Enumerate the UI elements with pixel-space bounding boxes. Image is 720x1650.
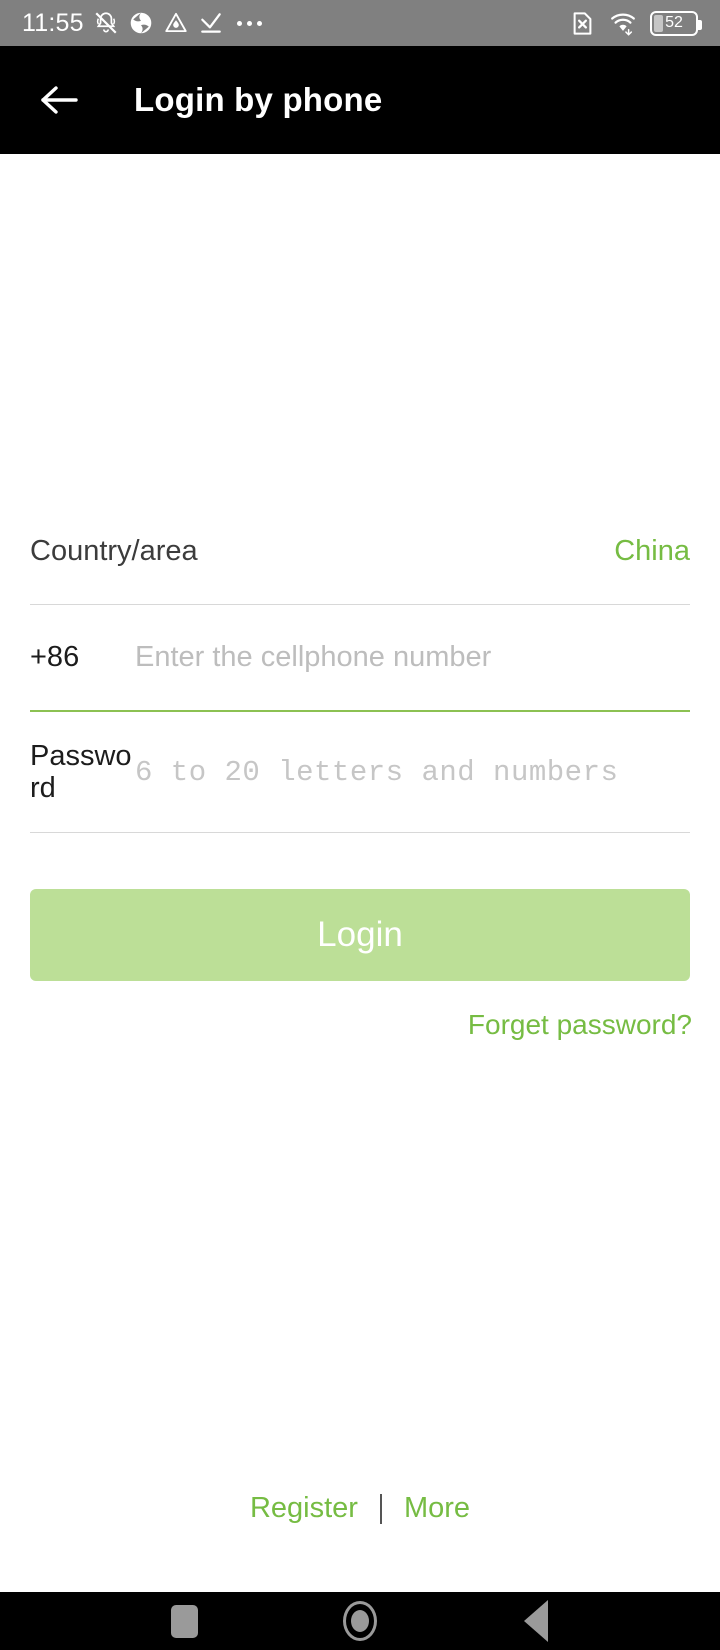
forget-password-wrap: Forget password? — [0, 981, 720, 1041]
triangle-drop-icon — [163, 10, 189, 36]
phone-row[interactable]: +86 — [30, 605, 690, 710]
status-bar-left: 11:55 — [22, 10, 569, 36]
bell-muted-icon — [93, 10, 119, 36]
status-time: 11:55 — [22, 8, 84, 37]
password-input[interactable] — [135, 755, 690, 789]
battery-fill — [654, 14, 663, 32]
password-row[interactable]: Password — [30, 712, 690, 832]
app-bar: Login by phone — [0, 46, 720, 154]
country-area-row[interactable]: Country/area China — [30, 499, 690, 604]
battery-icon: 52 — [650, 10, 702, 36]
app-circle-icon — [128, 10, 154, 36]
forget-password-link[interactable]: Forget password? — [468, 1009, 692, 1041]
more-link[interactable]: More — [404, 1492, 470, 1525]
country-area-value[interactable]: China — [614, 535, 690, 568]
status-bar: 11:55 52 — [0, 0, 720, 46]
wifi-icon — [608, 10, 638, 37]
back-triangle-icon[interactable] — [506, 1599, 566, 1643]
login-form: Country/area China +86 Password Login Fo… — [0, 154, 720, 1524]
android-navigation-bar — [0, 1592, 720, 1650]
footer-separator — [379, 1493, 382, 1524]
footer-links: Register More — [0, 1492, 720, 1525]
overflow-dots-icon — [236, 20, 262, 26]
back-triangle-shape — [524, 1600, 548, 1642]
login-button[interactable]: Login — [30, 889, 690, 981]
country-area-label: Country/area — [30, 535, 198, 567]
register-link[interactable]: Register — [250, 1492, 358, 1525]
page-title: Login by phone — [134, 81, 383, 118]
home-circle-icon[interactable] — [330, 1599, 390, 1643]
home-circle-shape — [343, 1601, 377, 1641]
login-button-wrap: Login — [0, 833, 720, 981]
recents-square-icon[interactable] — [154, 1599, 214, 1643]
sim-missing-icon — [569, 10, 596, 37]
password-label: Password — [30, 739, 132, 804]
status-bar-right: 52 — [569, 10, 702, 37]
country-code-prefix[interactable]: +86 — [30, 641, 135, 674]
battery-percent: 52 — [665, 14, 683, 31]
recents-square-shape — [170, 1604, 198, 1638]
phone-input[interactable] — [135, 641, 690, 674]
back-arrow-icon[interactable] — [34, 74, 86, 126]
check-down-icon — [198, 10, 224, 36]
top-spacer — [0, 154, 720, 499]
